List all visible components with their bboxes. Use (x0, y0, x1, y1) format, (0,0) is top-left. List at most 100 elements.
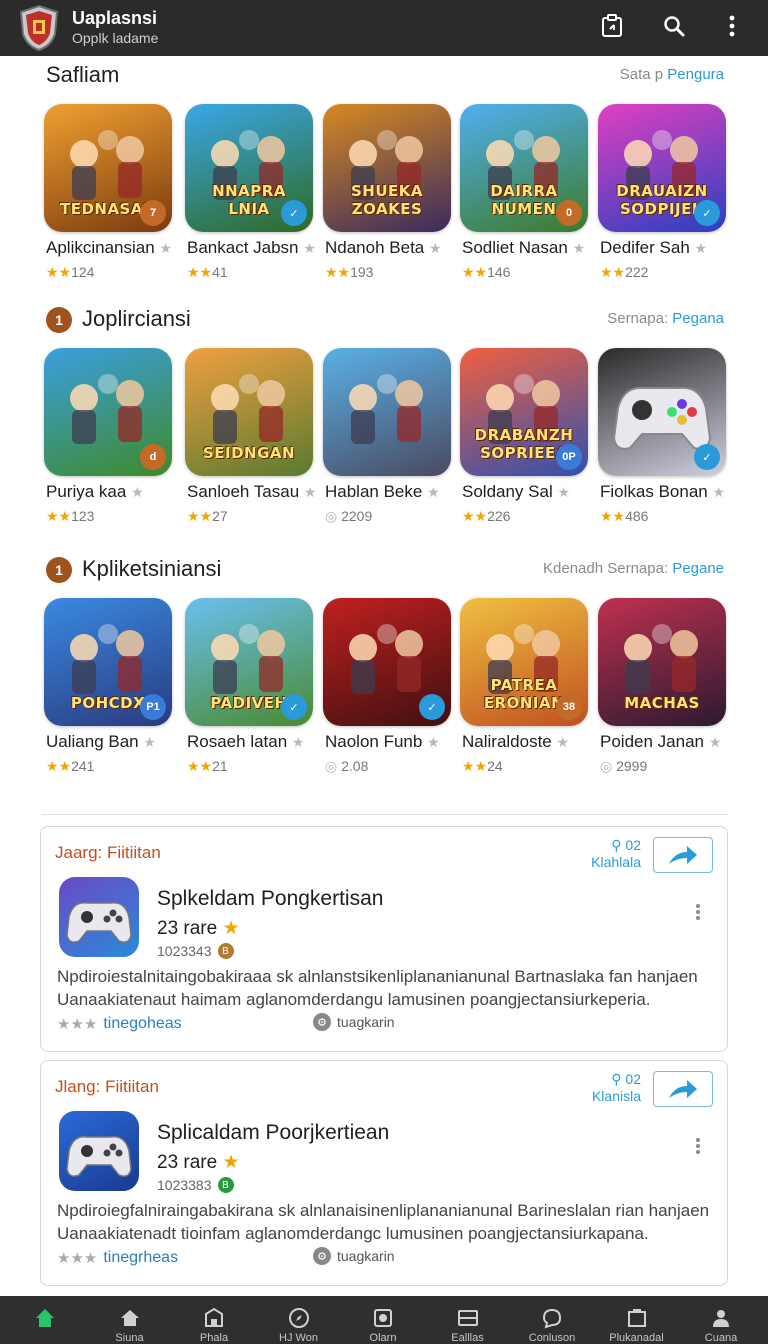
app-name[interactable]: Rosaeh latan (187, 732, 287, 751)
app-name-row[interactable]: Soldany Sal ★ (462, 482, 602, 502)
app-name-row[interactable]: Ualiang Ban ★ (46, 732, 186, 752)
star-icon: ★ (428, 240, 442, 256)
verified-check-icon: ✓ (694, 444, 720, 470)
card-label: Jaarg: Fiitiitan (55, 843, 161, 862)
rating-count: 24 (487, 758, 503, 774)
star-icon: ★ (427, 734, 440, 750)
app-name-row[interactable]: Puriya kaa ★ (46, 482, 186, 502)
app-name[interactable]: Dedifer Sah (600, 238, 690, 257)
game-art-icon[interactable]: PATREA ERONIAN 38 (460, 598, 588, 726)
share-button[interactable] (653, 1071, 713, 1107)
app-name-row[interactable]: Hablan Beke ★ (325, 482, 465, 502)
card-title[interactable]: Splkeldam Pongkertisan (157, 887, 383, 911)
app-name[interactable]: Aplikcinansian (46, 238, 155, 257)
card-foot-link[interactable]: tinegoheas (103, 1015, 181, 1033)
rating-count: 486 (625, 508, 649, 524)
app-name[interactable]: Ualiang Ban (46, 732, 139, 751)
nav-item[interactable]: Conluson (509, 1296, 595, 1344)
app-name[interactable]: Sodliet Nasan (462, 238, 568, 257)
card-count: ⚲ 02 Klahlala (591, 837, 641, 871)
game-art-icon[interactable] (323, 348, 451, 476)
app-name-row[interactable]: Dedifer Sah ★ (600, 238, 740, 258)
section-link-text[interactable]: Pengura (667, 66, 724, 83)
section-header: 1 Joplirciansi Sernapa: Pegana (0, 302, 768, 338)
nav-item[interactable] (2, 1296, 88, 1344)
featured-card[interactable]: Jaarg: Fiitiitan ⚲ 02 Klahlala Splkeldam Po… (40, 826, 728, 1052)
link-icon: ⚲ (611, 837, 626, 853)
app-name[interactable]: Fiolkas Bonan (600, 482, 708, 501)
app-name-row[interactable]: Sodliet Nasan ★ (462, 238, 602, 258)
card-rate-text: 23 rare (157, 918, 218, 939)
gamepad-icon[interactable] (59, 1111, 139, 1191)
star-icon: ★★ (462, 758, 488, 774)
nav-item[interactable]: Siuna (87, 1296, 173, 1344)
game-art-icon[interactable]: DRAUAIZN SODPIJEK ✓ (598, 104, 726, 232)
card-foot[interactable]: ★★★ tinegoheas (57, 1015, 182, 1033)
app-name-row[interactable]: Ndanoh Beta ★ (325, 238, 465, 258)
gamepad-icon[interactable]: ✓ (598, 348, 726, 476)
more-vert-icon[interactable] (718, 12, 746, 40)
rating-count: 222 (625, 264, 649, 280)
section-link-prefix: Sernapa: (607, 310, 669, 327)
card-title[interactable]: Splicaldam Poorjkertiean (157, 1121, 389, 1145)
app-name[interactable]: Puriya kaa (46, 482, 126, 501)
section-see-more-link[interactable]: Sata p Pengura (620, 66, 724, 83)
star-icon: ★★ (187, 508, 213, 524)
section-link-text[interactable]: Pegane (672, 560, 724, 577)
app-rating: ★★193 (325, 264, 373, 281)
more-vert-icon[interactable] (695, 903, 705, 923)
nav-item[interactable]: Cuana (678, 1296, 764, 1344)
app-name[interactable]: Naolon Funb (325, 732, 422, 751)
section-see-more-link[interactable]: Sernapa: Pegana (607, 310, 724, 327)
app-name-row[interactable]: Fiolkas Bonan ★ (600, 482, 740, 502)
app-name-row[interactable]: Bankact Jabsn ★ (187, 238, 327, 258)
section-see-more-link[interactable]: Kdenadh Sernapa: Pegane (543, 560, 724, 577)
card-count: ⚲ 02 Klanisla (592, 1071, 641, 1105)
app-name[interactable]: Sanloeh Tasau (187, 482, 299, 501)
nav-item[interactable]: Ealllas (425, 1296, 511, 1344)
game-art-icon[interactable]: SHUEKA ZOAKES (323, 104, 451, 232)
app-name-row[interactable]: Sanloeh Tasau ★ (187, 482, 327, 502)
section-link-prefix: Sata p (619, 66, 664, 83)
game-art-icon[interactable]: DAIRRA NUMEN 0 (460, 104, 588, 232)
more-vert-icon[interactable] (695, 1137, 705, 1157)
game-art-icon[interactable]: PADIVEH ✓ (185, 598, 313, 726)
app-name-row[interactable]: Naliraldoste ★ (462, 732, 602, 752)
game-art-icon[interactable]: TEDNASAN 7 (44, 104, 172, 232)
game-art-icon[interactable]: ✓ (323, 598, 451, 726)
app-name-row[interactable]: Naolon Funb ★ (325, 732, 465, 752)
nav-item[interactable]: Olarn (340, 1296, 426, 1344)
search-icon[interactable] (660, 12, 688, 40)
app-name-row[interactable]: Rosaeh latan ★ (187, 732, 327, 752)
game-art-icon[interactable]: d (44, 348, 172, 476)
gamepad-icon[interactable] (59, 877, 139, 957)
star-icon: ★ (694, 240, 708, 256)
game-art-icon[interactable]: DRABANZH SOPRIEEA 0P (460, 348, 588, 476)
section-header: Safliam Sata p Pengura (0, 58, 768, 94)
app-name[interactable]: Naliraldoste (462, 732, 552, 751)
app-name[interactable]: Hablan Beke (325, 482, 422, 501)
app-name-row[interactable]: Aplikcinansian ★ (46, 238, 186, 258)
rating-count: 146 (487, 264, 511, 280)
card-foot[interactable]: ★★★ tinegrheas (57, 1249, 178, 1267)
card-rate-text: 23 rare (157, 1152, 218, 1173)
card-count-value: 02 (625, 1071, 641, 1087)
share-button[interactable] (653, 837, 713, 873)
app-name[interactable]: Ndanoh Beta (325, 238, 424, 257)
card-foot-link[interactable]: tinegrheas (103, 1249, 178, 1267)
featured-card[interactable]: Jlang: Fiitiitan ⚲ 02 Klanisla Splicaldam P… (40, 1060, 728, 1286)
nav-item[interactable]: Phala (171, 1296, 257, 1344)
game-art-icon[interactable]: NNAPRA LNIA ✓ (185, 104, 313, 232)
app-name[interactable]: Soldany Sal (462, 482, 553, 501)
game-art-icon[interactable]: POHCDX P1 (44, 598, 172, 726)
nav-item[interactable]: HJ Won (256, 1296, 342, 1344)
card-description-line: Uanaakiatenadt tioinfam aglanomderdangc … (57, 1224, 649, 1243)
app-name-row[interactable]: Poiden Janan ★ (600, 732, 740, 752)
game-art-icon[interactable]: SEIDNGAN (185, 348, 313, 476)
nav-item[interactable]: Plukanadal (594, 1296, 680, 1344)
app-name[interactable]: Poiden Janan (600, 732, 704, 751)
section-link-text[interactable]: Pegana (672, 310, 724, 327)
game-art-icon[interactable]: MACHAS (598, 598, 726, 726)
clipboard-icon[interactable] (598, 12, 626, 40)
app-name[interactable]: Bankact Jabsn (187, 238, 299, 257)
